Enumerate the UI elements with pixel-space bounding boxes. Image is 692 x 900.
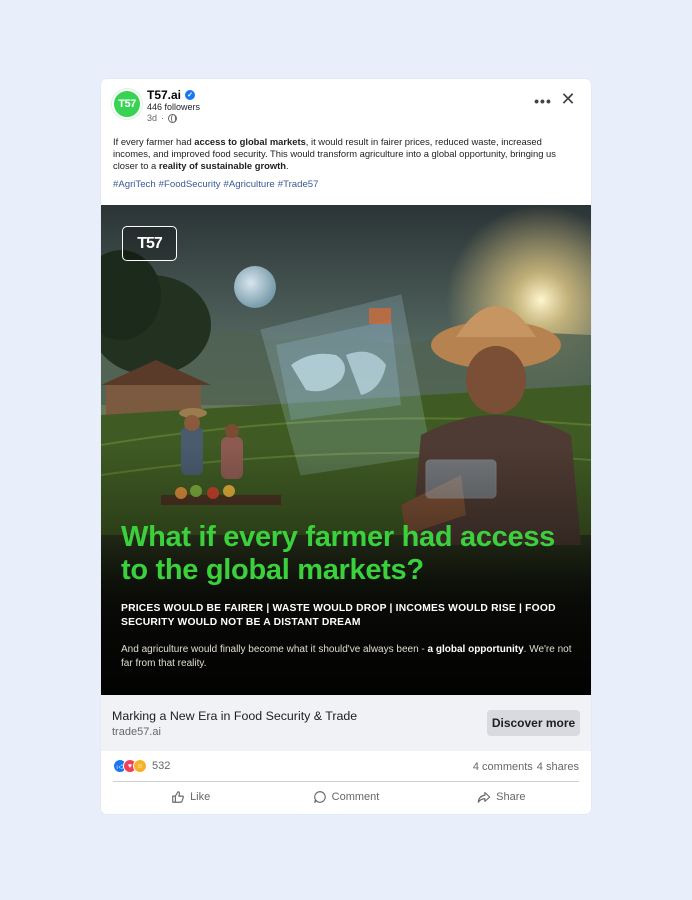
hashtags: #AgriTech #FoodSecurity #Agriculture #Tr… <box>113 179 318 190</box>
share-button[interactable]: Share <box>424 785 579 809</box>
close-icon[interactable]: ✕ <box>558 89 578 109</box>
avatar[interactable]: T57 <box>112 89 142 119</box>
page-name-text[interactable]: T57.ai <box>147 88 181 102</box>
post-time[interactable]: 3d <box>147 113 157 123</box>
thumbs-up-icon <box>172 791 184 803</box>
like-label: Like <box>190 791 211 803</box>
share-label: Share <box>496 791 526 803</box>
post-card: T57 T57.ai ✓ 446 followers 3d · ••• ✕ If… <box>101 79 591 814</box>
page-name[interactable]: T57.ai ✓ <box>147 88 196 102</box>
image-subtext: And agriculture would finally become wha… <box>121 644 572 669</box>
post-text: If every farmer had access to global mar… <box>113 136 556 171</box>
image-stats: PRICES WOULD BE FAIRER | WASTE WOULD DRO… <box>121 603 556 628</box>
engagement-counts: 4 comments 4 shares <box>473 761 579 773</box>
share-icon <box>477 792 491 803</box>
hashtag-link[interactable]: #Trade57 <box>278 179 319 190</box>
meta-separator: · <box>161 113 165 123</box>
post-header: T57 T57.ai ✓ 446 followers 3d · ••• ✕ <box>101 79 591 129</box>
post-meta: 3d · <box>147 113 178 123</box>
globe-icon[interactable] <box>168 113 178 123</box>
share-count[interactable]: 4 shares <box>537 761 579 773</box>
follower-count: 446 followers <box>147 102 201 112</box>
more-options-icon[interactable]: ••• <box>533 91 553 111</box>
post-image[interactable]: T57 What if every farmer had access to t… <box>101 205 591 695</box>
comment-icon <box>313 791 326 803</box>
care-icon: ☺ <box>133 759 147 773</box>
hashtag-link[interactable]: #AgriTech <box>113 179 156 190</box>
divider <box>113 781 579 782</box>
brand-logo: T57 <box>122 226 177 261</box>
like-button[interactable]: Like <box>113 785 268 809</box>
hashtag-link[interactable]: #FoodSecurity <box>159 179 221 190</box>
link-preview[interactable]: Marking a New Era in Food Security & Tra… <box>101 695 591 751</box>
link-domain: trade57.ai <box>112 726 161 738</box>
hashtag-link[interactable]: #Agriculture <box>224 179 275 190</box>
reaction-summary[interactable]: 👍︎ ♥ ☺ 532 <box>113 759 170 773</box>
comment-count[interactable]: 4 comments <box>473 761 533 773</box>
verified-badge-icon: ✓ <box>185 90 196 100</box>
comment-label: Comment <box>331 791 380 803</box>
action-bar: Like Comment Share <box>113 785 579 809</box>
comment-button[interactable]: Comment <box>268 785 423 809</box>
image-headline: What if every farmer had access to the g… <box>121 521 555 586</box>
link-title[interactable]: Marking a New Era in Food Security & Tra… <box>112 709 357 723</box>
reaction-count: 532 <box>152 760 171 772</box>
discover-more-button[interactable]: Discover more <box>487 710 580 736</box>
